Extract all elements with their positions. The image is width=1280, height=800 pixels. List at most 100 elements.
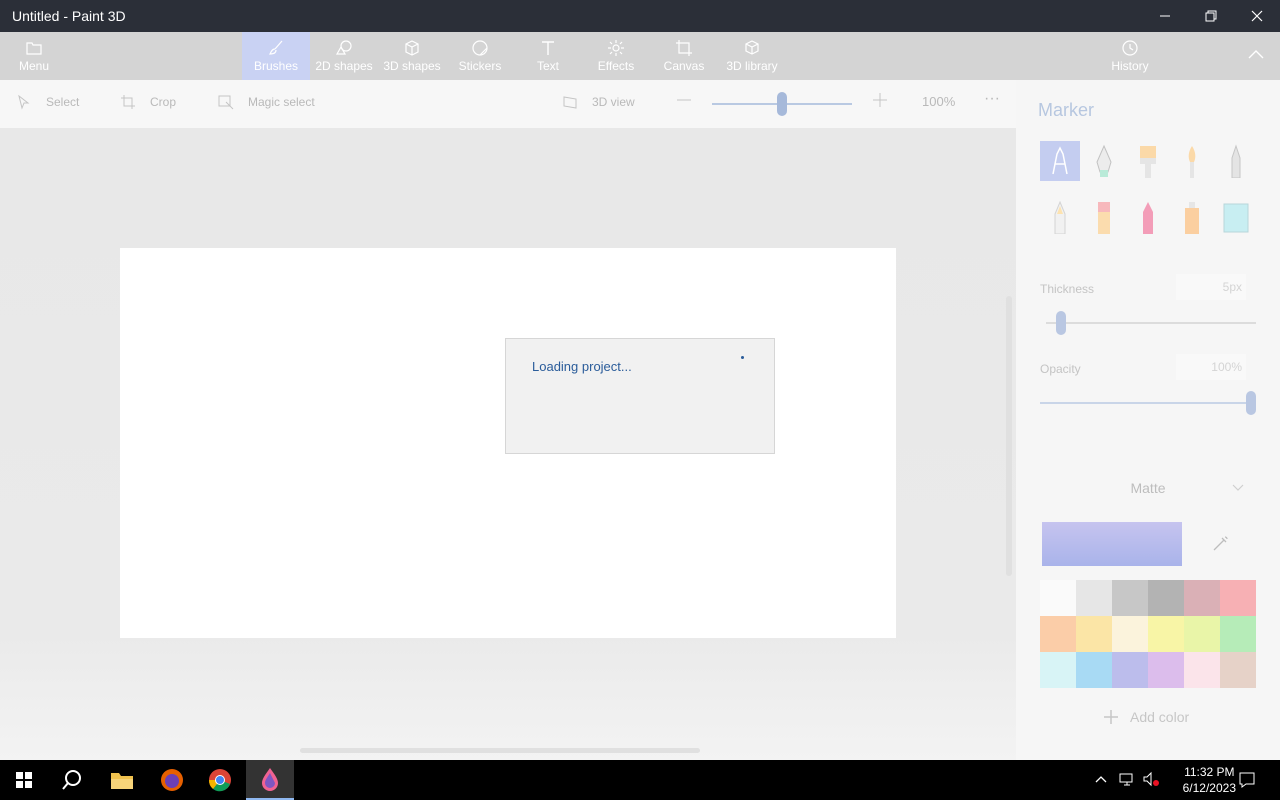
- secondary-toolbar: Select Crop Magic select 3D view 100% ··…: [0, 80, 1016, 128]
- magic-select-button[interactable]: Magic select: [218, 94, 315, 110]
- palette-swatch[interactable]: [1112, 616, 1148, 652]
- search-button[interactable]: [48, 760, 96, 800]
- calligraphy-pen-button[interactable]: [1084, 141, 1124, 181]
- finish-dropdown[interactable]: Matte: [1040, 476, 1256, 500]
- eraser-button[interactable]: [1084, 197, 1124, 237]
- marker-brush-button[interactable]: [1040, 141, 1080, 181]
- restore-button[interactable]: [1188, 0, 1234, 32]
- 3d-view-button[interactable]: 3D view: [562, 94, 635, 110]
- palette-swatch[interactable]: [1040, 616, 1076, 652]
- tab-text[interactable]: Text: [520, 32, 576, 80]
- show-hidden-icons-button[interactable]: [1094, 772, 1108, 791]
- minimize-icon: [1160, 15, 1170, 17]
- zoom-out-button[interactable]: [676, 92, 706, 108]
- zoom-in-button[interactable]: [872, 92, 902, 108]
- collapse-ribbon-button[interactable]: [1236, 32, 1276, 80]
- tab-2d-shapes[interactable]: 2D shapes: [312, 32, 376, 80]
- eyedropper-button[interactable]: [1210, 532, 1232, 559]
- history-button[interactable]: History: [1100, 32, 1160, 80]
- palette-swatch[interactable]: [1184, 652, 1220, 688]
- palette-swatch[interactable]: [1220, 580, 1256, 616]
- crayon-button[interactable]: [1128, 197, 1168, 237]
- palette-swatch[interactable]: [1112, 580, 1148, 616]
- panel-title: Marker: [1038, 100, 1095, 120]
- notifications-button[interactable]: [1238, 771, 1256, 794]
- thickness-slider[interactable]: [1046, 310, 1256, 336]
- tab-effects[interactable]: Effects: [588, 32, 644, 80]
- current-color-swatch[interactable]: [1042, 522, 1182, 566]
- more-options-button[interactable]: ···: [984, 90, 1000, 108]
- chrome-button[interactable]: [196, 760, 244, 800]
- pixel-pen-button[interactable]: [1216, 141, 1256, 181]
- palette-swatch[interactable]: [1076, 652, 1112, 688]
- palette-swatch[interactable]: [1148, 652, 1184, 688]
- system-clock[interactable]: 11:32 PM 6/12/2023: [1183, 764, 1236, 796]
- vertical-scrollbar[interactable]: [1006, 296, 1012, 576]
- brush-icon: [269, 40, 283, 55]
- tab-brushes[interactable]: Brushes: [242, 32, 310, 80]
- palette-swatch[interactable]: [1220, 652, 1256, 688]
- history-label: History: [1111, 59, 1149, 73]
- stickers-icon: [472, 40, 488, 56]
- opacity-slider[interactable]: [1040, 390, 1256, 416]
- palette-swatch[interactable]: [1148, 616, 1184, 652]
- chrome-icon: [208, 769, 231, 792]
- crop-button[interactable]: Crop: [120, 94, 176, 110]
- palette-swatch[interactable]: [1076, 580, 1112, 616]
- palette-swatch[interactable]: [1112, 652, 1148, 688]
- opacity-value-field[interactable]: 100%: [1176, 354, 1246, 380]
- oil-brush-button[interactable]: [1128, 141, 1168, 181]
- palette-swatch[interactable]: [1040, 580, 1076, 616]
- color-palette: [1040, 580, 1256, 688]
- tab-3d-shapes[interactable]: 3D shapes: [380, 32, 444, 80]
- palette-swatch[interactable]: [1184, 616, 1220, 652]
- horizontal-scrollbar[interactable]: [300, 748, 700, 753]
- spray-can-button[interactable]: [1172, 197, 1212, 237]
- minimize-button[interactable]: [1142, 0, 1188, 32]
- volume-button[interactable]: [1142, 771, 1160, 792]
- tab-canvas[interactable]: Canvas: [656, 32, 712, 80]
- tab-stickers[interactable]: Stickers: [450, 32, 510, 80]
- palette-swatch[interactable]: [1040, 652, 1076, 688]
- file-explorer-button[interactable]: [98, 760, 146, 800]
- opacity-label: Opacity: [1040, 362, 1081, 376]
- menu-button[interactable]: Menu: [8, 32, 60, 80]
- paint-3d-taskbar-button[interactable]: [246, 760, 294, 800]
- 3d-view-icon: [563, 96, 577, 109]
- close-button[interactable]: [1234, 0, 1280, 32]
- tab-label: 2D shapes: [315, 59, 373, 73]
- pencil-button[interactable]: [1040, 197, 1080, 237]
- palette-swatch[interactable]: [1076, 616, 1112, 652]
- pixel-pen-icon: [1231, 144, 1241, 178]
- thickness-slider-thumb[interactable]: [1056, 311, 1066, 335]
- palette-swatch[interactable]: [1220, 616, 1256, 652]
- firefox-button[interactable]: [148, 760, 196, 800]
- select-button[interactable]: Select: [16, 94, 79, 110]
- fill-bucket-icon: [1223, 203, 1249, 233]
- tab-3d-library[interactable]: 3D library: [720, 32, 784, 80]
- zoom-slider[interactable]: [712, 92, 852, 116]
- tab-label: Stickers: [458, 59, 502, 73]
- select-label: Select: [46, 95, 80, 109]
- canvas-icon: [676, 40, 692, 56]
- magic-select-label: Magic select: [248, 95, 315, 109]
- text-icon: [542, 41, 554, 55]
- plus-icon: [873, 93, 887, 107]
- paint-3d-icon: [262, 768, 278, 791]
- watercolor-button[interactable]: [1172, 141, 1212, 181]
- opacity-slider-thumb[interactable]: [1246, 391, 1256, 415]
- thickness-label: Thickness: [1040, 282, 1095, 296]
- calligraphy-pen-icon: [1096, 144, 1112, 177]
- add-color-button[interactable]: Add color: [1102, 708, 1189, 726]
- palette-swatch[interactable]: [1184, 580, 1220, 616]
- taskbar: 11:32 PM 6/12/2023: [0, 760, 1280, 800]
- network-button[interactable]: [1118, 771, 1136, 792]
- start-button[interactable]: [0, 760, 48, 800]
- fill-bucket-button[interactable]: [1216, 197, 1256, 237]
- zoom-slider-thumb[interactable]: [777, 92, 787, 116]
- search-icon: [62, 770, 81, 790]
- windows-icon: [16, 772, 32, 788]
- thickness-value-field[interactable]: 5px: [1176, 274, 1246, 300]
- crop-icon: [121, 95, 135, 109]
- palette-swatch[interactable]: [1148, 580, 1184, 616]
